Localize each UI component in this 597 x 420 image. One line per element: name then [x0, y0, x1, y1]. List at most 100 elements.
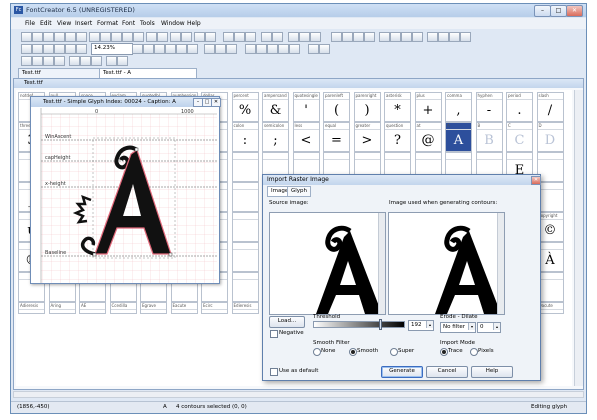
glyph-cell[interactable]: Edieresis [231, 302, 259, 314]
measure-icon[interactable] [65, 44, 76, 54]
split-icon[interactable] [438, 32, 449, 42]
rotate-icon[interactable] [401, 32, 412, 42]
node-icon[interactable] [256, 44, 267, 54]
fill-icon[interactable] [187, 44, 198, 54]
threshold-spin-icon[interactable]: ▴ [426, 321, 433, 328]
glyph-cell[interactable] [231, 152, 259, 182]
erode-spin-icon[interactable]: ▴ [493, 323, 500, 330]
circle-icon[interactable] [204, 44, 215, 54]
glyph-cell[interactable]: ampersand & [262, 92, 289, 122]
menu-window[interactable]: Window [161, 20, 185, 27]
glyph-close-button[interactable]: ✕ [211, 98, 221, 107]
line-icon[interactable] [278, 44, 289, 54]
glyph-cell[interactable] [231, 182, 259, 212]
glyph-cell[interactable]: Ccedilla [109, 302, 137, 314]
menu-insert[interactable]: Insert [75, 20, 92, 27]
glyph-cell[interactable]: DD [536, 122, 564, 152]
menu-view[interactable]: View [57, 20, 71, 27]
delete-icon[interactable] [122, 32, 133, 42]
vertical-scrollbar[interactable] [574, 90, 583, 386]
paste-icon[interactable] [111, 32, 122, 42]
pointer-icon[interactable] [21, 44, 32, 54]
glyph-cell[interactable] [231, 242, 259, 272]
zoom-in-icon[interactable] [194, 32, 205, 42]
validate-icon[interactable] [157, 32, 168, 42]
preview-icon[interactable] [76, 32, 87, 42]
merge-icon[interactable] [427, 32, 438, 42]
undo-icon[interactable] [170, 32, 181, 42]
save-all-icon[interactable] [54, 32, 65, 42]
menu-edit[interactable]: Edit [40, 20, 52, 27]
hint-icon[interactable] [289, 44, 300, 54]
glyph-cell[interactable]: period. [506, 92, 533, 122]
font-properties-icon[interactable] [261, 32, 272, 42]
glyph-cell[interactable]: parenright) [353, 92, 381, 122]
align-center-icon[interactable] [342, 32, 353, 42]
glyph-cell[interactable]: percent% [231, 92, 259, 122]
copy-icon[interactable] [100, 32, 111, 42]
load-button[interactable]: Load... [269, 316, 305, 328]
glyph-cell[interactable]: comma, [445, 92, 472, 122]
glyph-cell[interactable]: quotesingle ' [292, 92, 320, 122]
cancel-button[interactable]: Cancel [426, 366, 468, 378]
rectangle-icon[interactable] [215, 44, 226, 54]
help-button[interactable]: Help [471, 366, 513, 378]
glyph-cell[interactable]: AE [79, 302, 106, 314]
maximize-button[interactable]: □ [550, 5, 567, 17]
test-font-icon[interactable] [146, 32, 157, 42]
glyph-cell[interactable]: asterisk * [384, 92, 411, 122]
cell-size-medium-icon[interactable] [234, 32, 245, 42]
glyph-canvas[interactable]: 0 1000 WinAscent capHeight x-height Base… [33, 108, 217, 283]
threshold-slider-thumb[interactable] [379, 319, 382, 330]
menu-format[interactable]: Format [97, 20, 118, 27]
guidelines-icon[interactable] [154, 44, 165, 54]
zoom-out-icon[interactable] [205, 32, 216, 42]
mirror-icon[interactable] [412, 32, 423, 42]
knife-icon[interactable] [54, 44, 65, 54]
round-icon[interactable] [117, 56, 128, 66]
save-icon[interactable] [43, 32, 54, 42]
italic-icon[interactable] [80, 56, 91, 66]
glyph-cell[interactable]: plus + [414, 92, 442, 122]
hand-icon[interactable] [32, 44, 43, 54]
glyph-cell[interactable]: equal = [323, 122, 350, 152]
erode-value-field[interactable]: 0 ▴ [477, 322, 501, 333]
next-glyph-icon[interactable] [43, 56, 54, 66]
cut-icon[interactable] [89, 32, 100, 42]
source-preview-scrollbar[interactable] [378, 213, 385, 314]
generated-preview-scrollbar[interactable] [497, 213, 504, 314]
outline-icon[interactable] [176, 44, 187, 54]
glyph-cell[interactable]: question? [384, 122, 411, 152]
flip-vertical-icon[interactable] [390, 32, 401, 42]
menu-file[interactable]: File [25, 20, 35, 27]
minimize-button[interactable]: – [534, 5, 551, 17]
fit-icon[interactable] [132, 44, 143, 54]
glyph-cell[interactable]: BB [475, 122, 503, 152]
open-icon[interactable] [32, 32, 43, 42]
zoom-level-field[interactable]: 14.23% [91, 43, 133, 55]
cell-size-small-icon[interactable] [223, 32, 234, 42]
grid-icon[interactable] [143, 44, 154, 54]
glyph-cell[interactable]: Adieresis [18, 302, 45, 314]
points-icon[interactable] [165, 44, 176, 54]
align-top-icon[interactable] [364, 32, 375, 42]
threshold-slider[interactable] [313, 319, 405, 330]
glyph-cell[interactable]: less < [292, 122, 320, 152]
zoom-tool-icon[interactable] [76, 44, 87, 54]
print-icon[interactable] [65, 32, 76, 42]
dialog-close-button[interactable]: ✕ [531, 176, 541, 185]
contour-icon[interactable] [245, 44, 256, 54]
smooth-super-radio[interactable] [390, 348, 398, 356]
curve-icon[interactable] [267, 44, 278, 54]
glyph-properties-icon[interactable] [272, 32, 283, 42]
convert-icon[interactable] [449, 32, 460, 42]
glyph-cell[interactable]: greater > [353, 122, 381, 152]
glyph-cell[interactable]: at @ [414, 122, 442, 152]
select-all-icon[interactable] [133, 32, 144, 42]
glyph-cell[interactable]: parenleft ( [323, 92, 350, 122]
menu-font[interactable]: Font [122, 20, 135, 27]
mapping-icon[interactable] [310, 32, 321, 42]
new-icon[interactable] [21, 32, 32, 42]
tab-glyph-settings[interactable]: Glyph [287, 186, 312, 197]
close-button[interactable]: ✕ [566, 5, 583, 17]
